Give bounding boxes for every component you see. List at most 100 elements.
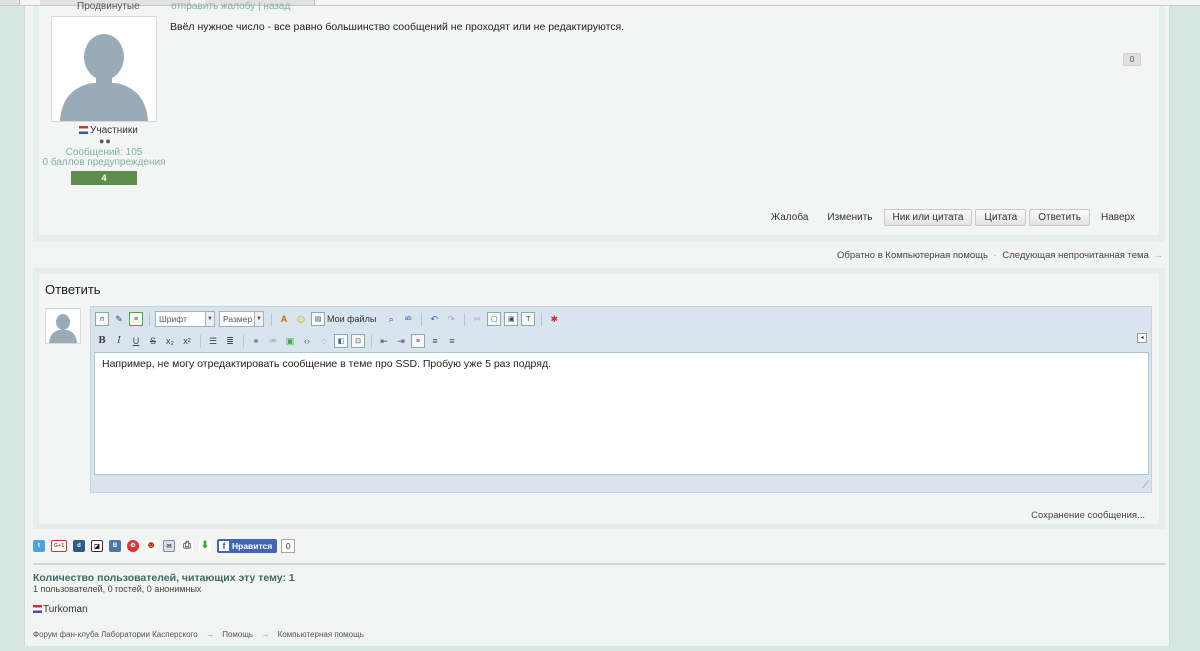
link-icon[interactable]: ⚭ — [249, 334, 263, 348]
strikethrough-icon[interactable]: S — [146, 334, 160, 348]
eraser-icon[interactable]: ✎ — [112, 312, 126, 326]
superscript-icon[interactable]: x² — [180, 334, 194, 348]
spoiler-icon[interactable]: ◧ — [334, 334, 348, 348]
breadcrumb-item[interactable]: Помощь — [222, 630, 253, 639]
spellcheck-icon[interactable]: ᵃᵇ — [401, 312, 415, 326]
mailru-icon[interactable]: ☻ — [145, 540, 157, 552]
italic-icon[interactable]: I — [112, 334, 126, 348]
chevron-down-icon: ▼ — [254, 312, 263, 326]
resize-handle-icon[interactable]: ⟋ — [1142, 480, 1149, 491]
post-container: Продвинутые отправить жалобу | назад Уча… — [33, 1, 1165, 242]
rank-pips: ●● — [99, 136, 112, 146]
facebook-like-label: Нравится — [232, 541, 273, 551]
size-select[interactable]: Размер ▼ — [219, 311, 264, 327]
nick-quote-button[interactable]: Ник или цитата — [883, 208, 973, 226]
unlink-icon[interactable]: ⚮ — [266, 334, 280, 348]
files-icon[interactable]: ▤ — [311, 312, 325, 326]
align-center-icon[interactable]: ≡ — [428, 334, 442, 348]
paste-icon[interactable]: ▣ — [504, 312, 519, 326]
reader-username[interactable]: Turkoman — [43, 604, 88, 615]
breadcrumb-separator: → — [205, 630, 214, 639]
numbered-list-icon[interactable]: ≣ — [223, 334, 237, 348]
odnoklassniki-icon[interactable]: ✿ — [127, 540, 139, 552]
post-body: Ввёл нужное число - все равно большинств… — [170, 21, 625, 33]
underline-icon[interactable]: U — [129, 334, 143, 348]
my-files-button[interactable]: Мои файлы — [327, 314, 376, 324]
reply-form: Ответить п ✎ ≡ Шрифт ▼ Размер ▼ A ☺ ▤ Мо… — [39, 274, 1159, 524]
divider — [33, 563, 1165, 565]
undo-icon[interactable]: ↶ — [427, 312, 441, 326]
reply-title: Ответить — [45, 282, 101, 297]
emoticon-icon[interactable]: ☺ — [294, 312, 308, 326]
digg-icon[interactable]: d — [73, 540, 85, 552]
cut-icon[interactable]: ✂ — [470, 312, 484, 326]
twitter-icon[interactable]: t — [33, 540, 45, 552]
like-count[interactable]: 0 — [1123, 53, 1141, 66]
quote-icon[interactable]: ◌ — [317, 334, 331, 348]
download-icon[interactable]: ⬇ — [199, 540, 211, 552]
copy-icon[interactable]: ▢ — [487, 312, 502, 326]
email-icon[interactable]: ✉ — [163, 540, 175, 552]
paste-text-icon[interactable]: T — [521, 312, 536, 326]
post-actions: Жалоба Изменить Ник или цитата Цитата От… — [763, 208, 1143, 226]
redo-icon[interactable]: ↷ — [444, 312, 458, 326]
post: Продвинутые отправить жалобу | назад Уча… — [39, 1, 1159, 235]
top-link[interactable]: Наверх — [1093, 212, 1143, 223]
reply-textarea[interactable]: Например, не могу отредактировать сообще… — [94, 352, 1149, 475]
subscript-icon[interactable]: x₂ — [163, 334, 177, 348]
facebook-icon: f — [219, 541, 229, 551]
quote-button[interactable]: Цитата — [975, 208, 1027, 226]
code-icon[interactable]: ‹› — [300, 334, 314, 348]
facebook-like-button[interactable]: f Нравится — [217, 539, 278, 553]
user-silhouette-icon — [52, 17, 156, 121]
bold-icon[interactable]: B — [95, 334, 109, 348]
size-select-label: Размер — [223, 314, 253, 324]
breadcrumb-item[interactable]: Компьютерная помощь — [278, 630, 364, 639]
breadcrumb-item[interactable]: Форум фан-клуба Лаборатории Касперского — [33, 630, 198, 639]
align-left-icon[interactable]: ≡ — [411, 334, 425, 348]
remove-format-icon[interactable]: ≡ — [129, 312, 143, 326]
save-status: Сохранение сообщения... — [1031, 510, 1145, 521]
binoculars-icon[interactable]: ⌕ — [384, 312, 398, 326]
text-color-icon[interactable]: A — [277, 312, 291, 326]
group-flag-icon — [79, 126, 88, 134]
user-group-label: Участники — [90, 125, 138, 136]
reader-user[interactable]: Turkoman — [33, 604, 88, 615]
editor-toolbar-top: п ✎ ≡ Шрифт ▼ Размер ▼ A ☺ ▤ Мои файлы ⌕ ᵃ… — [95, 311, 564, 327]
author-title: Продвинутые — [77, 1, 140, 12]
reputation-badge: 4 — [71, 171, 137, 185]
warning-points[interactable]: 0 баллов предупреждения — [39, 157, 169, 168]
arrow-right-icon: → — [1153, 250, 1164, 261]
font-select[interactable]: Шрифт ▼ — [155, 311, 215, 327]
reply-button[interactable]: Ответить — [1029, 208, 1090, 226]
reply-container: Ответить п ✎ ≡ Шрифт ▼ Размер ▼ A ☺ ▤ Мо… — [33, 268, 1165, 529]
back-to-forum-link[interactable]: Обратно в Компьютерная помощь — [837, 250, 988, 261]
bullet-list-icon[interactable]: ☰ — [206, 334, 220, 348]
edit-link[interactable]: Изменить — [819, 212, 880, 223]
editor-toolbar-bottom: B I U S x₂ x² ☰ ≣ ⚭ ⚮ ▣ ‹› ◌ ◧ ⊡ ⇤ ⇥ ≡ ≡… — [95, 333, 462, 349]
breadcrumb: Форум фан-клуба Лаборатории Касперского … — [33, 630, 364, 639]
settings-icon[interactable]: ✱ — [547, 312, 561, 326]
avatar[interactable] — [51, 16, 157, 122]
rich-text-editor: п ✎ ≡ Шрифт ▼ Размер ▼ A ☺ ▤ Мои файлы ⌕ ᵃ… — [90, 306, 1152, 493]
source-mode-icon[interactable]: п — [95, 312, 109, 326]
breadcrumb-separator: → — [261, 630, 270, 639]
share-bar: t G+1 d ◪ B ✿ ☻ ✉ ⎙ ⬇ f Нравится 0 — [33, 538, 296, 554]
next-unread-link[interactable]: Следующая непрочитанная тема — [1002, 250, 1149, 261]
report-link[interactable]: Жалоба — [763, 212, 816, 223]
outdent-icon[interactable]: ⇤ — [377, 334, 391, 348]
vk-icon[interactable]: B — [109, 540, 121, 552]
topic-navigation: Обратно в Компьютерная помощь · Следующа… — [837, 250, 1163, 261]
google-plus-icon[interactable]: G+1 — [51, 540, 67, 552]
image-icon[interactable]: ▣ — [283, 334, 297, 348]
post-top-link[interactable]: отправить жалобу | назад — [171, 1, 290, 12]
print-icon[interactable]: ⎙ — [181, 540, 193, 552]
indent-icon[interactable]: ⇥ — [394, 334, 408, 348]
user-silhouette-icon — [49, 314, 77, 343]
align-right-icon[interactable]: ≡ — [445, 334, 459, 348]
media-icon[interactable]: ⊡ — [351, 334, 365, 348]
browser-tab[interactable] — [0, 0, 20, 5]
delicious-icon[interactable]: ◪ — [91, 540, 103, 552]
nav-separator: · — [993, 250, 997, 261]
collapse-toolbar-icon[interactable]: ◂ — [1137, 333, 1147, 343]
